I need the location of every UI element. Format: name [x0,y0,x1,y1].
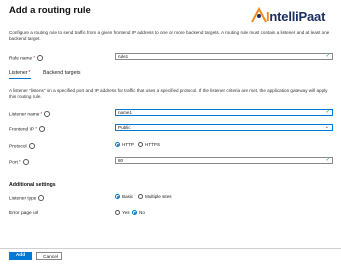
error-page-label: Error page url [9,211,39,216]
listener-description: A listener "listens" on a specified port… [9,88,328,99]
frontend-ip-select[interactable]: Public ⌄ [115,124,333,131]
intellipaat-logo: IntelliPaat [249,6,339,28]
listener-name-label: Listener name* [9,111,51,117]
rule-name-input[interactable]: rule1 ✓ [115,53,333,60]
cancel-button[interactable]: Cancel [36,252,62,260]
radio-selected-icon [115,194,120,199]
error-page-yes-radio[interactable]: Yes [115,210,130,215]
valid-check-icon: ✓ [325,53,330,59]
info-icon[interactable] [37,55,44,61]
port-input[interactable]: 80 ✓ [115,157,333,164]
info-icon[interactable] [22,159,29,165]
protocol-https-radio[interactable]: HTTPS [138,142,160,147]
additional-settings-heading: Additional settings [9,182,56,188]
radio-empty-icon [115,210,120,215]
protocol-http-radio[interactable]: HTTP [115,142,134,147]
radio-selected-icon [115,142,120,147]
chevron-down-icon: ⌄ [324,124,329,130]
listener-type-multiple-radio[interactable]: Multiple sites [138,194,172,199]
intro-description: Configure a routing rule to send traffic… [9,30,330,41]
radio-empty-icon [138,194,143,199]
info-icon[interactable] [28,143,35,149]
error-page-no-radio[interactable]: No [132,210,145,215]
info-icon[interactable] [44,111,51,117]
logo-text: IntelliPaat [266,9,326,24]
listener-type-label: Listener type [9,195,45,201]
protocol-label: Protocol [9,143,35,149]
page-title: Add a routing rule [9,5,91,16]
rule-name-label: Rule name* [9,55,44,61]
listener-name-input[interactable]: name1 ✓ [115,109,333,116]
footer-divider [0,248,341,249]
add-button[interactable]: Add [9,252,32,260]
frontend-ip-label: Frontend IP* [9,126,45,132]
radio-selected-icon [132,210,137,215]
info-icon[interactable] [38,126,45,132]
valid-check-icon: ✓ [325,157,330,163]
blade-header: Add a routing rule IntelliPaat [0,0,341,26]
radio-empty-icon [138,142,143,147]
port-label: Port* [9,159,29,165]
listener-type-basic-radio[interactable]: Basic [115,194,133,199]
tab-listener[interactable]: Listener* [9,70,31,79]
info-icon[interactable] [38,195,45,201]
tab-backend-targets[interactable]: Backend targets [43,70,81,76]
valid-check-icon: ✓ [325,109,330,115]
